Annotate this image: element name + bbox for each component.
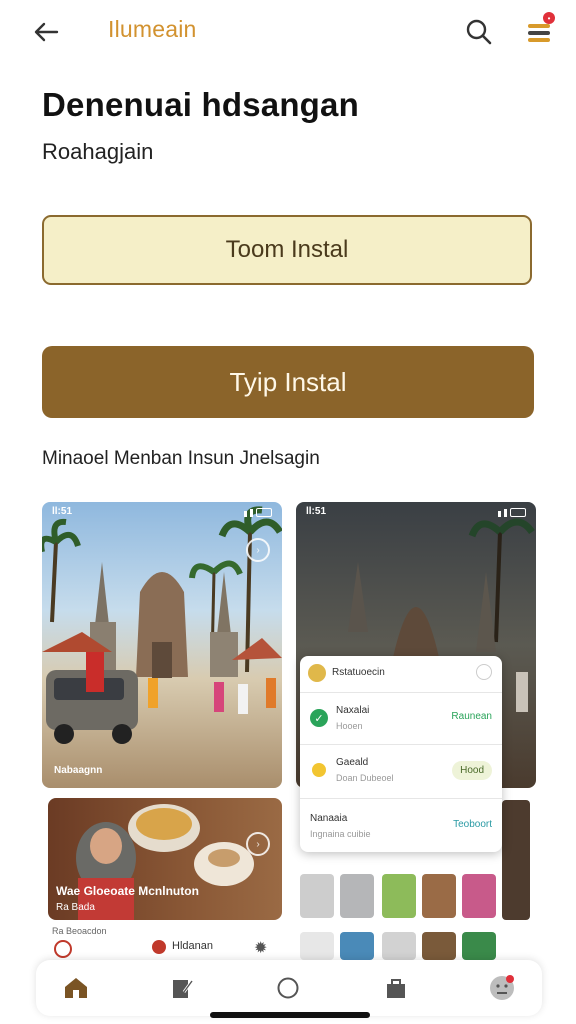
- thumbnail[interactable]: [462, 932, 496, 960]
- profile-icon: [490, 975, 514, 1000]
- thumbnail[interactable]: [422, 932, 456, 960]
- food-caption-title: Wae Gloeoate Mcnlnuton: [56, 884, 199, 898]
- circle-icon: [277, 977, 299, 999]
- home-indicator: [210, 1012, 370, 1018]
- nav-profile[interactable]: [482, 970, 522, 1006]
- play-icon[interactable]: ›: [246, 832, 270, 856]
- check-icon: ✓: [310, 709, 328, 727]
- food-preview-card[interactable]: › Wae Gloeoate Mcnlnuton Ra Bada: [48, 798, 282, 920]
- app-brand: Ilumeain: [108, 16, 197, 42]
- edit-icon: [173, 980, 194, 998]
- strip-label: Ra Beoacdon: [52, 926, 107, 936]
- record-icon: [152, 940, 166, 954]
- side-thumbnail[interactable]: [502, 800, 530, 920]
- thumbnail[interactable]: [340, 932, 374, 960]
- dark-install-button[interactable]: Tyip Instal: [42, 346, 534, 418]
- search-icon: [466, 19, 492, 45]
- bottom-navigation: [36, 960, 542, 1016]
- strip-item-label: Hldanan: [172, 940, 213, 952]
- thumbnail-grid: [300, 852, 500, 962]
- popup-header: Rstatuoecin: [332, 667, 385, 678]
- page-subtitle: Roahagjain: [42, 139, 154, 164]
- menu-button[interactable]: •: [522, 12, 558, 48]
- thumbnail[interactable]: [340, 874, 374, 918]
- temple-caption: Nabaagnn: [54, 765, 103, 776]
- bottom-strip: Ra Beoacdon Hldanan ✹: [48, 922, 298, 962]
- home-icon: [65, 978, 87, 998]
- status-time: ll:51: [52, 506, 73, 517]
- food-caption-sub: Ra Bada: [56, 902, 95, 913]
- signal-icon: [244, 508, 272, 517]
- thumbnail[interactable]: [300, 874, 334, 918]
- section-caption: Minaoel Menban Insun Jnelsagin: [42, 448, 320, 469]
- signal-icon: [498, 508, 526, 517]
- thumbnail[interactable]: [382, 932, 416, 960]
- popup-logo-icon: [308, 664, 326, 682]
- popup-item[interactable]: ✓ Naxalai Hooen Raunean: [300, 692, 502, 745]
- nav-shop[interactable]: [376, 970, 416, 1006]
- popup-item-action[interactable]: Hood: [452, 761, 492, 780]
- thumbnail[interactable]: [382, 874, 416, 918]
- play-icon[interactable]: ›: [246, 538, 270, 562]
- search-button[interactable]: [460, 14, 498, 50]
- popup-item-action[interactable]: Raunean: [451, 711, 492, 722]
- status-time: ll:51: [306, 506, 327, 517]
- thumbnail[interactable]: [462, 874, 496, 918]
- coin-icon: [312, 763, 326, 777]
- temple-preview-card[interactable]: ll:51 › Nabaagnn: [42, 502, 282, 788]
- bag-icon: [387, 979, 405, 998]
- popup-item[interactable]: Nanaaia Ingnaina cuibie Teoboort: [300, 798, 502, 852]
- gear-icon: ✹: [254, 940, 268, 957]
- back-arrow-icon: [34, 22, 59, 42]
- nav-edit[interactable]: [162, 970, 202, 1006]
- app-popup: Rstatuoecin ✓ Naxalai Hooen Raunean Gaea…: [300, 656, 502, 852]
- nav-home[interactable]: [56, 970, 96, 1006]
- thumbnail[interactable]: [422, 874, 456, 918]
- light-install-button[interactable]: Toom Instal: [42, 215, 532, 285]
- page-title: Denenuai hdsangan: [42, 86, 359, 123]
- back-button[interactable]: [28, 14, 64, 50]
- thumbnail[interactable]: [300, 932, 334, 960]
- no-icon: [54, 940, 72, 958]
- info-icon[interactable]: [476, 664, 492, 680]
- popup-item[interactable]: Gaeald Doan Dubeoel Hood: [300, 744, 502, 799]
- nav-explore[interactable]: [268, 970, 308, 1006]
- popup-item-action[interactable]: Teoboort: [453, 819, 492, 830]
- notification-badge: •: [543, 12, 555, 24]
